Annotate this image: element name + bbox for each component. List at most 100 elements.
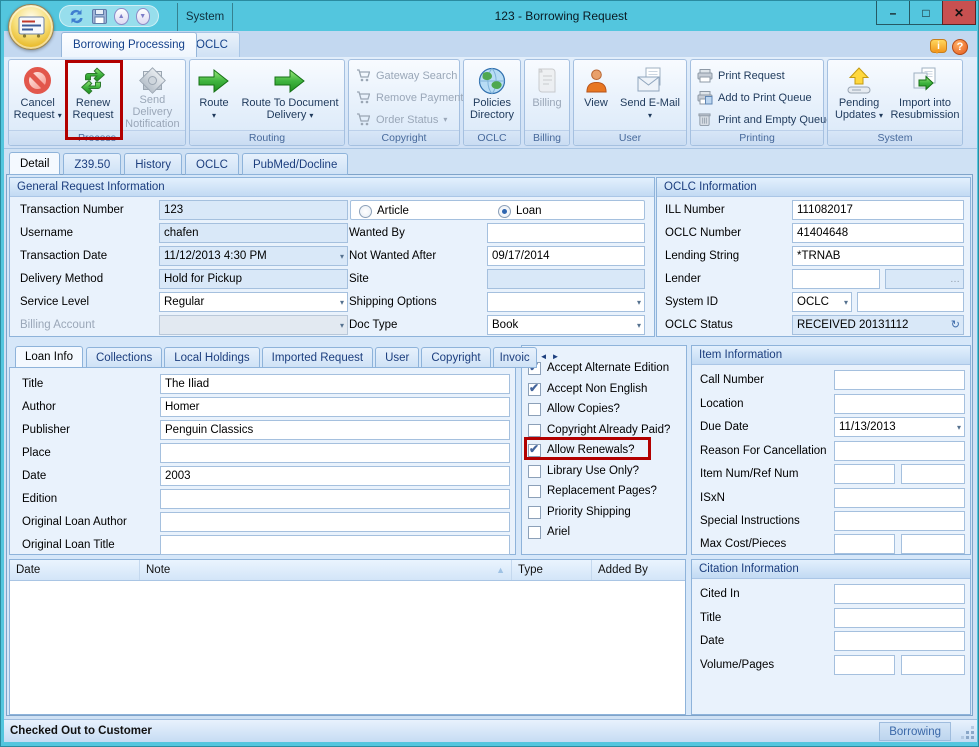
citation-date-field[interactable] (834, 631, 965, 651)
wanted-by-field[interactable] (487, 223, 645, 243)
gateway-search-button[interactable]: Gateway Search (354, 66, 463, 85)
tab-pubmed-docline[interactable]: PubMed/Docline (242, 153, 348, 175)
tab-history[interactable]: History (124, 153, 182, 175)
item-num-field[interactable] (834, 464, 895, 484)
date-field[interactable]: 2003 (160, 466, 510, 486)
tab-copyright[interactable]: Copyright (421, 347, 490, 368)
system-menu-tab[interactable]: System (177, 3, 233, 31)
pieces-field[interactable] (901, 534, 965, 554)
print-request-button[interactable]: Print Request (696, 66, 832, 85)
radio-article[interactable]: Article (359, 203, 409, 219)
radio-loan[interactable]: Loan (498, 203, 542, 219)
special-instructions-field[interactable] (834, 511, 965, 531)
tab-scroll-right-icon[interactable]: ► (550, 352, 562, 361)
volume-field[interactable] (834, 655, 895, 675)
info-bubble-icon[interactable]: i (930, 39, 947, 53)
checkbox-ariel[interactable]: Ariel (528, 522, 570, 542)
citation-title-field[interactable] (834, 608, 965, 628)
help-icon[interactable]: ? (952, 39, 968, 55)
isxn-field[interactable] (834, 488, 965, 508)
service-level-combo[interactable]: Regular▾ (159, 292, 348, 312)
tab-imported-request[interactable]: Imported Request (262, 347, 373, 368)
site-field[interactable] (487, 269, 645, 289)
cited-in-field[interactable] (834, 584, 965, 604)
policies-directory-button[interactable]: Policies Directory (465, 61, 519, 130)
tab-invoice[interactable]: Invoic (493, 347, 537, 368)
order-status-button[interactable]: Order Status ▾ (354, 110, 463, 129)
checkbox-allow-copies[interactable]: Allow Copies? (528, 399, 620, 419)
add-to-print-queue-button[interactable]: Add to Print Queue (696, 88, 832, 107)
resize-grip[interactable] (961, 726, 975, 740)
shipping-options-combo[interactable]: ▾ (487, 292, 645, 312)
reason-for-cancellation-field[interactable] (834, 441, 965, 461)
checkbox-replacement-pages[interactable]: Replacement Pages? (528, 481, 657, 501)
call-number-field[interactable] (834, 370, 965, 390)
pages-field[interactable] (901, 655, 965, 675)
checkbox-priority-shipping[interactable]: Priority Shipping (528, 502, 631, 522)
author-field[interactable]: Homer (160, 397, 510, 417)
column-header-added-by[interactable]: Added By (592, 560, 685, 580)
minimize-button[interactable]: – (876, 1, 910, 25)
tab-scroll-left-icon[interactable]: ◄ (538, 352, 550, 361)
billing-button[interactable]: Billing (526, 61, 568, 130)
application-menu-button[interactable] (8, 4, 54, 50)
tab-user[interactable]: User (375, 347, 419, 368)
tab-borrowing-processing[interactable]: Borrowing Processing (61, 32, 197, 57)
ill-number-field[interactable]: 111082017 (792, 200, 964, 220)
cancel-request-button[interactable]: Cancel Request ▾ (10, 61, 65, 130)
oclc-status-field[interactable]: RECEIVED 20131112↻ (792, 315, 964, 335)
view-user-button[interactable]: View (575, 61, 617, 130)
print-and-empty-queue-button[interactable]: Print and Empty Queue (696, 110, 832, 129)
column-header-type[interactable]: Type (512, 560, 592, 580)
transaction-date-combo[interactable]: 11/12/2013 4:30 PM▾ (159, 246, 348, 266)
original-loan-author-field[interactable] (160, 512, 510, 532)
tab-oclc-detail[interactable]: OCLC (185, 153, 239, 175)
doc-type-combo[interactable]: Book▾ (487, 315, 645, 335)
route-button[interactable]: Route▾ (191, 61, 237, 130)
send-email-button[interactable]: Send E-Mail▾ (617, 61, 683, 130)
tab-local-holdings[interactable]: Local Holdings (164, 347, 259, 368)
send-delivery-notification-button[interactable]: Send Delivery Notification (121, 61, 184, 130)
refresh-status-icon[interactable]: ↻ (951, 317, 960, 333)
lender-lookup-field[interactable]: … (885, 269, 964, 289)
system-id-extra-field[interactable] (857, 292, 964, 312)
import-into-resubmission-button[interactable]: Import into Resubmission (889, 61, 961, 130)
place-field[interactable] (160, 443, 510, 463)
lending-string-field[interactable]: *TRNAB (792, 246, 964, 266)
titlebar[interactable]: ▲ ▼ System 123 - Borrowing Request – □ ✕ (1, 1, 979, 31)
ref-num-field[interactable] (901, 464, 965, 484)
save-icon[interactable] (92, 9, 107, 24)
transaction-number-field[interactable]: 123 (159, 200, 348, 220)
publisher-field[interactable]: Penguin Classics (160, 420, 510, 440)
close-button[interactable]: ✕ (942, 1, 976, 25)
column-header-date[interactable]: Date (10, 560, 140, 580)
route-to-document-delivery-button[interactable]: Route To Document Delivery ▾ (237, 61, 343, 130)
refresh-icon[interactable] (68, 9, 85, 24)
billing-account-combo[interactable]: ▾ (159, 315, 348, 335)
not-wanted-after-field[interactable]: 09/17/2014 (487, 246, 645, 266)
pending-updates-button[interactable]: Pending Updates ▾ (829, 61, 889, 130)
notes-table-body[interactable] (10, 581, 685, 714)
column-header-note[interactable]: Note▲ (140, 560, 512, 580)
oclc-number-field[interactable]: 41404648 (792, 223, 964, 243)
lender-field[interactable] (792, 269, 880, 289)
location-field[interactable] (834, 394, 965, 414)
tab-detail[interactable]: Detail (9, 152, 60, 175)
username-field[interactable]: chafen (159, 223, 348, 243)
tab-z3950[interactable]: Z39.50 (63, 153, 121, 175)
checkbox-library-use-only[interactable]: Library Use Only? (528, 461, 639, 481)
system-id-combo[interactable]: OCLC▾ (792, 292, 852, 312)
title-field[interactable]: The Iliad (160, 374, 510, 394)
expand-down-icon[interactable]: ▼ (136, 8, 151, 25)
tab-collections[interactable]: Collections (86, 347, 162, 368)
delivery-method-field[interactable]: Hold for Pickup (159, 269, 348, 289)
original-loan-title-field[interactable] (160, 535, 510, 555)
max-cost-field[interactable] (834, 534, 895, 554)
checkbox-accept-non-english[interactable]: Accept Non English (528, 379, 647, 399)
edition-field[interactable] (160, 489, 510, 509)
due-date-combo[interactable]: 11/13/2013▾ (834, 417, 965, 437)
tab-loan-info[interactable]: Loan Info (15, 346, 83, 368)
maximize-button[interactable]: □ (909, 1, 943, 25)
collapse-up-icon[interactable]: ▲ (114, 8, 129, 25)
remove-payment-button[interactable]: Remove Payment (354, 88, 463, 107)
